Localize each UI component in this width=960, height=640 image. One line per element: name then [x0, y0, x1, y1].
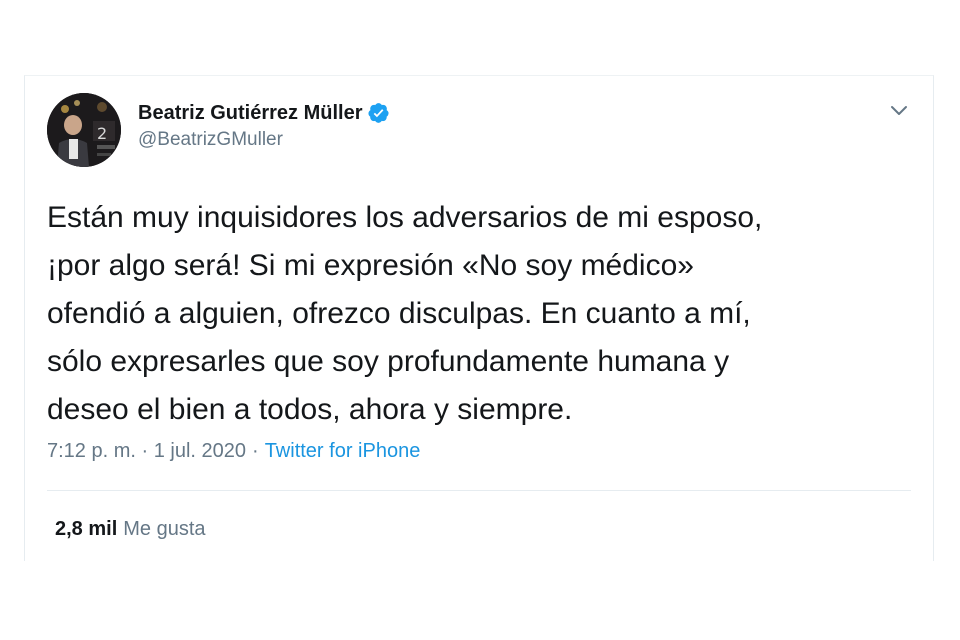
tweet-timestamp[interactable]: 7:12 p. m. · 1 jul. 2020: [47, 440, 246, 463]
meta-separator: ·: [252, 440, 259, 462]
profile-photo-icon: 2: [47, 93, 121, 167]
svg-text:2: 2: [97, 124, 107, 143]
tweet-card: 2 Beatriz Gutiérrez Müller @BeatrizGMull…: [24, 75, 934, 561]
author-avatar[interactable]: 2: [47, 93, 121, 167]
author-handle[interactable]: @BeatrizGMuller: [138, 129, 390, 151]
likes-stat[interactable]: 2,8 mil Me gusta: [55, 518, 206, 541]
divider: [47, 490, 911, 491]
author-display-name[interactable]: Beatriz Gutiérrez Müller: [138, 102, 363, 125]
verified-badge-icon: [367, 103, 389, 123]
likes-label: Me gusta: [123, 518, 206, 540]
tweet-text: Están muy inquisidores los adversarios d…: [47, 201, 763, 426]
likes-count: 2,8 mil: [55, 518, 118, 540]
tweet-source-link[interactable]: Twitter for iPhone: [265, 440, 421, 463]
author-name-row: Beatriz Gutiérrez Müller: [138, 100, 390, 126]
author-info: Beatriz Gutiérrez Müller @BeatrizGMuller: [138, 100, 390, 151]
tweet-meta: 7:12 p. m. · 1 jul. 2020 · Twitter for i…: [47, 440, 420, 463]
chevron-down-icon[interactable]: [887, 98, 911, 122]
